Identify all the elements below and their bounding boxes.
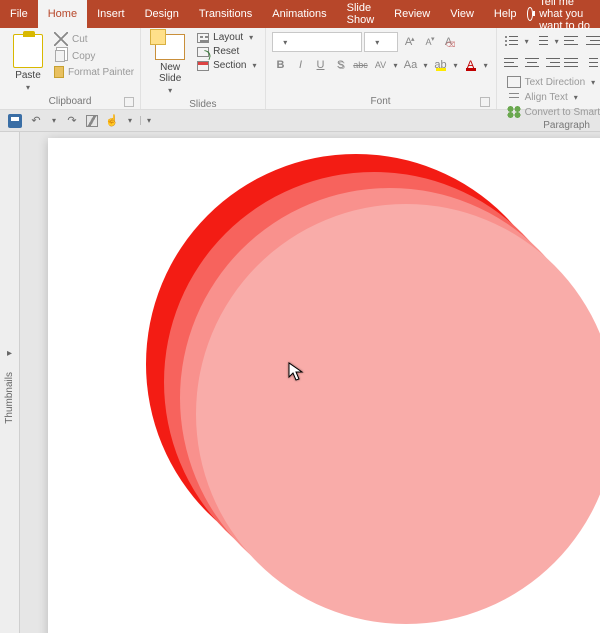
touch-mode-button[interactable] [104,113,120,129]
group-font: ▾ ▾ A▴ A▾ A⌫ B I U S abc AV▾ Aa▾ ab▾ A▾ … [266,28,497,109]
justify-button[interactable] [563,54,581,72]
bullets-button[interactable] [503,32,521,50]
smartart-icon [507,106,521,118]
workspace: ▸ Thumbnails [0,132,600,633]
align-right-button[interactable] [543,54,561,72]
numbering-icon [534,34,550,48]
change-case-button[interactable]: Aa [402,56,420,74]
font-size-combo[interactable]: ▾ [364,32,398,52]
reset-button[interactable]: Reset [197,46,258,57]
increase-indent-button[interactable] [583,32,600,50]
align-center-button[interactable] [523,54,541,72]
convert-smartart-button[interactable]: Convert to SmartArt▾ [507,106,600,118]
justify-icon [564,56,580,70]
group-paragraph: ▾ ▾ ▾ ▾ Text Direction▾ [497,28,600,109]
undo-button[interactable] [28,113,44,129]
section-icon [197,61,209,71]
group-clipboard: Paste ▾ Cut Copy Format Painter Clipboar… [0,28,141,109]
tab-insert[interactable]: Insert [87,0,135,28]
qat-customize-icon[interactable]: ▾ [140,116,153,125]
save-button[interactable] [8,114,22,128]
expand-thumbnails-icon[interactable]: ▸ [5,348,15,358]
new-slide-button[interactable]: New Slide ▾ [147,32,193,97]
tab-design[interactable]: Design [135,0,189,28]
columns-button[interactable] [583,54,600,72]
decrease-indent-button[interactable] [563,32,581,50]
new-slide-icon [155,34,185,60]
font-color-button[interactable]: A [462,56,480,74]
format-painter-icon [54,66,64,78]
shrink-font-button[interactable]: A▾ [420,33,438,51]
align-text-button[interactable]: Align Text▾ [507,91,600,103]
cut-button: Cut [54,32,134,46]
tab-review[interactable]: Review [384,0,440,28]
align-left-button[interactable] [503,54,521,72]
format-painter-button: Format Painter [54,66,134,78]
ribbon: Paste ▾ Cut Copy Format Painter Clipboar… [0,28,600,110]
reset-icon [197,47,209,57]
font-name-combo[interactable]: ▾ [272,32,362,52]
chevron-down-icon: ▾ [26,83,30,92]
copy-icon [55,50,65,62]
thumbnails-pane[interactable]: ▸ Thumbnails [0,132,20,633]
tab-file[interactable]: File [0,0,38,28]
start-from-beginning-button[interactable] [86,115,98,127]
underline-button[interactable]: U [312,56,330,74]
slide-canvas[interactable] [48,138,600,633]
dialog-launcher-icon[interactable] [480,97,490,107]
thumbnails-label: Thumbnails [4,372,15,424]
char-spacing-button[interactable]: AV [372,56,390,74]
shadow-button[interactable]: S [332,56,350,74]
cut-icon [54,32,68,46]
tell-me-search[interactable]: Tell me what you want to do [527,0,600,28]
text-direction-icon [507,76,521,88]
copy-button: Copy [54,49,134,63]
tab-animations[interactable]: Animations [262,0,336,28]
bullets-icon [504,34,520,48]
increase-indent-icon [584,34,600,48]
ribbon-tabs: File Home Insert Design Transitions Anim… [0,0,600,28]
numbering-button[interactable] [533,32,551,50]
tab-home[interactable]: Home [38,0,87,28]
lightbulb-icon [527,7,534,21]
layout-icon [197,33,209,43]
shape-circle-4[interactable] [196,204,600,624]
chevron-down-icon: ▾ [168,86,172,95]
text-direction-button[interactable]: Text Direction▾ [507,76,600,88]
section-button[interactable]: Section▾ [197,60,258,71]
tab-view[interactable]: View [440,0,484,28]
slide-area[interactable] [20,132,600,633]
group-slides: New Slide ▾ Layout▾ Reset Section▾ Slide… [141,28,265,109]
layout-button[interactable]: Layout▾ [197,32,258,43]
align-text-icon [507,91,521,103]
tab-slideshow[interactable]: Slide Show [337,0,385,28]
columns-icon [584,56,600,70]
paste-button[interactable]: Paste ▾ [6,32,50,94]
align-right-icon [544,56,560,70]
tab-transitions[interactable]: Transitions [189,0,262,28]
italic-button[interactable]: I [292,56,310,74]
decrease-indent-icon [564,34,580,48]
tab-help[interactable]: Help [484,0,527,28]
grow-font-button[interactable]: A▴ [400,33,418,51]
clear-formatting-button[interactable]: A⌫ [440,33,458,51]
align-left-icon [504,56,520,70]
strike-button[interactable]: abc [352,56,370,74]
paste-icon [13,34,43,68]
highlight-button[interactable]: ab [432,56,450,74]
dialog-launcher-icon[interactable] [124,97,134,107]
bold-button[interactable]: B [272,56,290,74]
redo-button[interactable] [64,113,80,129]
align-center-icon [524,56,540,70]
